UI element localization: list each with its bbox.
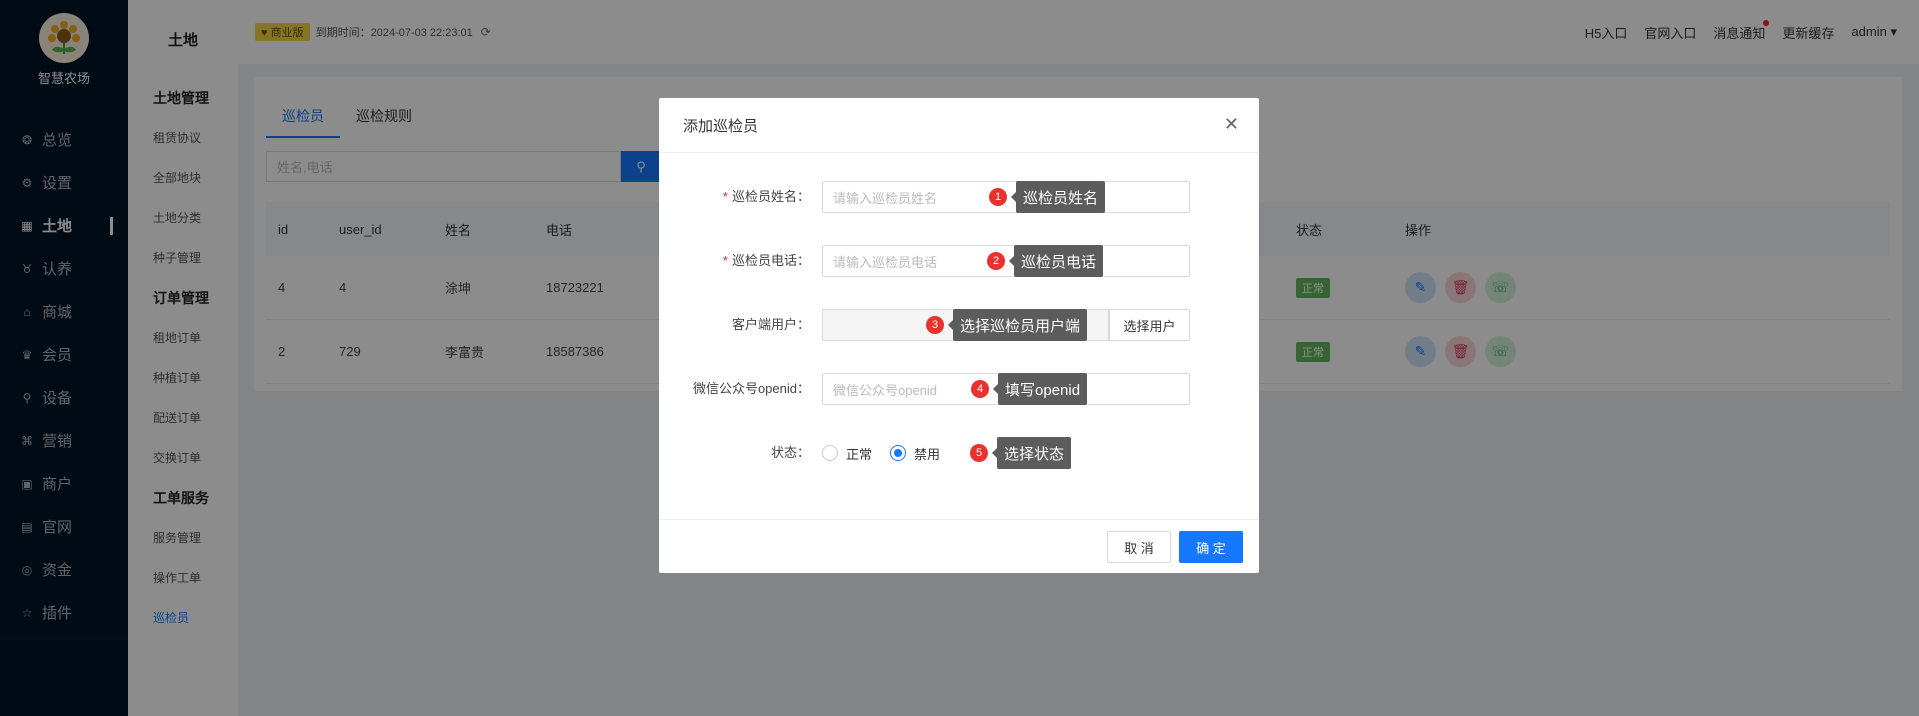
callout-number: 2 — [987, 252, 1005, 270]
status-normal-label[interactable]: 正常 — [846, 444, 872, 463]
status-radio-group: 正常 禁用 — [822, 437, 958, 469]
callout-number: 4 — [971, 380, 989, 398]
form-row-status: 状态： 正常 禁用 — [659, 437, 1259, 469]
cancel-button[interactable]: 取 消 — [1107, 531, 1171, 563]
callout-text: 巡检员电话 — [1008, 245, 1104, 277]
callout-1: 1 巡检员姓名 — [989, 181, 1106, 213]
add-inspector-modal: 添加巡检员 ✕ * 巡检员姓名： 请输入巡检员姓名 * 巡检员电话： 请输入巡检员电… — [659, 98, 1259, 573]
status-normal-radio[interactable] — [822, 445, 838, 461]
name-placeholder: 请输入巡检员姓名 — [833, 190, 938, 206]
openid-placeholder: 微信公众号openid — [833, 382, 938, 398]
name-label: * 巡检员姓名： — [722, 189, 810, 204]
openid-label: 微信公众号openid： — [692, 381, 810, 396]
modal-title: 添加巡检员 — [659, 98, 1259, 153]
status-disabled-radio[interactable] — [890, 445, 907, 461]
callout-number: 5 — [970, 444, 988, 462]
status-disabled-label[interactable]: 禁用 — [914, 444, 940, 463]
callout-number: 3 — [926, 316, 944, 334]
modal-footer: 取 消 确 定 — [659, 519, 1259, 573]
callout-text: 选择巡检员用户端 — [947, 309, 1088, 341]
form-row-openid: 微信公众号openid： 微信公众号openid — [659, 373, 1259, 405]
callout-5: 5 选择状态 — [970, 437, 1072, 469]
callout-3: 3 选择巡检员用户端 — [926, 309, 1088, 341]
callout-number: 1 — [989, 188, 1007, 206]
confirm-button[interactable]: 确 定 — [1179, 531, 1243, 563]
callout-2: 2 巡检员电话 — [987, 245, 1104, 277]
phone-placeholder: 请输入巡检员电话 — [833, 254, 938, 270]
callout-text: 巡检员姓名 — [1010, 181, 1106, 213]
status-label: 状态： — [770, 445, 810, 460]
phone-label: * 巡检员电话： — [722, 253, 810, 268]
callout-text: 选择状态 — [991, 437, 1072, 469]
user-label: 客户端用户： — [731, 317, 810, 332]
callout-4: 4 填写openid — [971, 373, 1088, 405]
form-row-name: * 巡检员姓名： 请输入巡检员姓名 — [659, 181, 1259, 213]
close-icon[interactable]: ✕ — [1224, 114, 1239, 135]
callout-text: 填写openid — [992, 373, 1088, 405]
form-row-phone: * 巡检员电话： 请输入巡检员电话 — [659, 245, 1259, 277]
select-user-button[interactable]: 选择用户 — [1109, 309, 1190, 341]
